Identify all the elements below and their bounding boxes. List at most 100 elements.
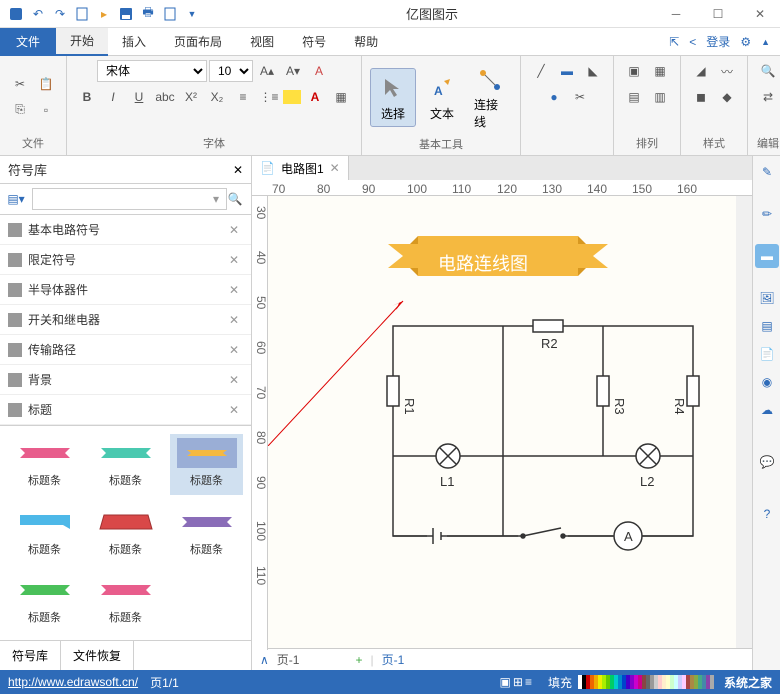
lib-close-icon[interactable]: ✕ [225,223,243,237]
lib-item[interactable]: 基本电路符号✕ [0,215,251,245]
lib-item[interactable]: 传输路径✕ [0,335,251,365]
font-clear-icon[interactable]: A [307,60,331,82]
fill-icon[interactable]: ◢ [689,60,713,82]
triangle-icon[interactable]: ◣ [581,60,605,82]
bold-icon[interactable]: B [75,86,99,108]
lib-close-icon[interactable]: ✕ [225,373,243,387]
chevron-up-icon[interactable]: ▲ [761,37,770,47]
dropdown-icon[interactable]: ▼ [184,6,200,22]
url-link[interactable]: http://www.edrawsoft.cn/ [8,675,138,689]
theme-icon[interactable]: ◆ [715,86,739,108]
rect-icon[interactable]: ▬ [555,60,579,82]
page-label[interactable]: 页-1 [277,651,300,668]
view3-icon[interactable]: ≡ [525,675,532,689]
file-menu[interactable]: 文件 [0,28,56,56]
lib-menu-icon[interactable]: ▤▾ [4,188,28,210]
share-icon[interactable]: ⇱ [669,35,679,49]
strike-icon[interactable]: abc [153,86,177,108]
cloud-icon[interactable]: ☁ [755,398,779,422]
page-icon[interactable]: 📄 [755,342,779,366]
layer-icon[interactable]: ▤ [755,314,779,338]
shape-item[interactable]: 标题条 [8,571,81,632]
export-icon[interactable] [162,6,178,22]
copy-icon[interactable]: ⎘ [8,99,32,121]
underline-icon[interactable]: U [127,86,151,108]
shape-item[interactable]: 标题条 [89,503,162,564]
sidebar-tab-recovery[interactable]: 文件恢复 [61,641,134,670]
paste-icon[interactable]: 📋 [34,73,58,95]
shape-item[interactable]: 标题条 [89,434,162,495]
ellipse-icon[interactable]: ● [542,86,566,108]
lib-close-icon[interactable]: ✕ [225,403,243,417]
shape-item[interactable]: 标题条 [8,434,81,495]
new-icon[interactable] [74,6,90,22]
redo-icon[interactable]: ↷ [52,6,68,22]
lib-item[interactable]: 开关和继电器✕ [0,305,251,335]
circuit-diagram[interactable]: R1 R2 R3 R4 L1 L2 A [383,316,703,566]
align-icon[interactable]: ▦ [329,86,353,108]
maximize-button[interactable]: ☐ [698,0,738,28]
sidebar-tab-library[interactable]: 符号库 [0,641,61,670]
tab-insert[interactable]: 插入 [108,28,160,56]
folder-icon[interactable]: ▸ [96,6,112,22]
connector-tool[interactable]: 连接线 [468,60,512,134]
text-tool[interactable]: A 文本 [420,69,464,126]
tab-symbol[interactable]: 符号 [288,28,340,56]
subscript-icon[interactable]: X₂ [205,86,229,108]
print-icon[interactable]: 🖶 [140,6,156,22]
search-icon[interactable]: 🔍 [223,188,247,210]
search-input[interactable] [32,188,227,210]
align-left-icon[interactable]: ▣ [622,60,646,82]
nav-up-icon[interactable]: ∧ [260,653,269,667]
close-icon[interactable]: ✕ [330,161,340,175]
shape-item[interactable]: 标题条 [8,503,81,564]
font-name-select[interactable]: 宋体 [97,60,207,82]
page-label-2[interactable]: 页-1 [382,651,405,668]
shape-item[interactable]: 标题条 [89,571,162,632]
lib-item[interactable]: 限定符号✕ [0,245,251,275]
login-link[interactable]: 登录 [706,33,730,50]
title-banner[interactable]: 电路连线图 [388,236,608,286]
highlight-icon[interactable] [283,90,301,104]
lib-close-icon[interactable]: ✕ [225,343,243,357]
tab-start[interactable]: 开始 [56,28,108,56]
shadow-icon[interactable]: ◼ [689,86,713,108]
fill-panel-icon[interactable]: ▬ [755,244,779,268]
lib-close-icon[interactable]: ✕ [225,253,243,267]
pen-icon[interactable]: ✏ [755,202,779,226]
back-icon[interactable]: ▥ [648,86,672,108]
front-icon[interactable]: ▤ [622,86,646,108]
fontcolor-icon[interactable]: A [303,86,327,108]
sidebar-close-icon[interactable]: ✕ [233,163,243,177]
canvas[interactable]: 电路连线图 [268,196,736,648]
tab-help[interactable]: 帮助 [340,28,392,56]
doc-tab[interactable]: 📄 电路图1 ✕ [252,156,349,180]
replace-icon[interactable]: ⇄ [756,86,780,108]
superscript-icon[interactable]: X² [179,86,203,108]
bullets-icon[interactable]: ⋮≡ [257,86,281,108]
select-tool[interactable]: 选择 [370,68,416,127]
undo-icon[interactable]: ↶ [30,6,46,22]
tab-view[interactable]: 视图 [236,28,288,56]
add-page-icon[interactable]: + [355,653,362,667]
share2-icon[interactable]: < [689,35,696,49]
comment-icon[interactable]: 💬 [755,450,779,474]
line-icon[interactable]: ╱ [529,60,553,82]
close-button[interactable]: ✕ [740,0,780,28]
view-icon[interactable]: ▣ [500,675,511,689]
shape-item[interactable]: 标题条 [170,434,243,495]
linespacing-icon[interactable]: ≡ [231,86,255,108]
format-icon[interactable]: ✎ [755,160,779,184]
save-icon[interactable] [118,6,134,22]
doc-icon[interactable]: ▫ [34,99,58,121]
cut-icon[interactable]: ✂ [8,73,32,95]
italic-icon[interactable]: I [101,86,125,108]
gear-icon[interactable]: ⚙ [740,35,751,49]
lib-item[interactable]: 标题✕ [0,395,251,425]
image-icon[interactable]: 🖼 [755,286,779,310]
tab-layout[interactable]: 页面布局 [160,28,236,56]
find-icon[interactable]: 🔍 [756,60,780,82]
crop-icon[interactable]: ✂ [568,86,592,108]
line-style-icon[interactable]: 〰 [715,60,739,82]
lib-item[interactable]: 半导体器件✕ [0,275,251,305]
